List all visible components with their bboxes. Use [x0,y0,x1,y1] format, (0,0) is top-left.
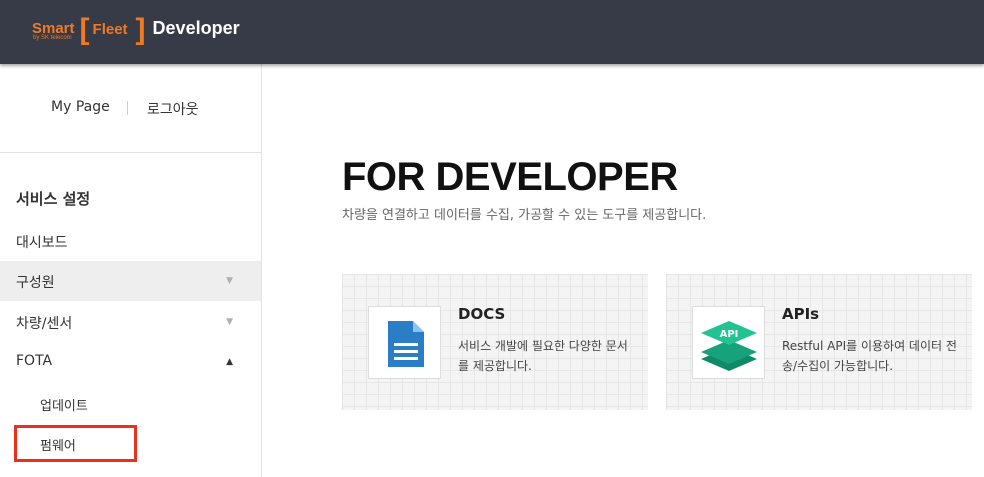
sidebar-item-vehicles-sensors[interactable]: 차량/센서 ▼ [0,302,261,342]
sidebar-item-fota[interactable]: FOTA ▲ [0,342,261,382]
docs-card-title: DOCS [458,305,506,323]
docs-card[interactable]: DOCS 서비스 개발에 필요한 다양한 문서를 제공합니다. [342,274,648,410]
logo-developer-text: Developer [152,17,240,38]
account-divider [127,101,128,115]
logo-smart-text: Smart [32,19,75,37]
logo-bracket-open: [ [79,13,90,46]
section-title-service-settings: 서비스 설정 [16,190,91,208]
document-icon [368,306,441,379]
top-header: Smart by SK telecom [ Fleet ] Developer [0,0,984,64]
sidebar-item-members[interactable]: 구성원 ▼ [0,261,261,301]
firmware-highlight-box [14,425,137,462]
apis-card-description: Restful API를 이용하여 데이터 전송/수집이 가능합니다. [782,339,957,373]
logo-subtext: by SK telecom [33,35,72,41]
my-page-link[interactable]: My Page [51,99,110,115]
sidebar-item-dashboard[interactable]: 대시보드 [0,221,261,261]
chevron-up-icon: ▲ [226,357,233,367]
logo-fleet-text: Fleet [92,20,128,38]
sidebar-subitem-update[interactable]: 업데이트 [40,395,88,414]
svg-text:API: API [720,329,739,340]
logo-bracket-close: ] [135,13,146,46]
apis-card[interactable]: API APIs Restful API를 이용하여 데이터 전송/수집이 가능… [666,274,972,410]
sidebar: My Page 로그아웃 서비스 설정 대시보드 구성원 ▼ 차량/센서 ▼ F… [0,64,262,477]
sidebar-item-label: FOTA [16,353,53,369]
page-subtitle: 차량을 연결하고 데이터를 수집, 가공할 수 있는 도구를 제공합니다. [342,208,707,223]
docs-card-description: 서비스 개발에 필요한 다양한 문서를 제공합니다. [458,339,628,373]
sidebar-item-label: 차량/센서 [16,316,73,332]
page-title: FOR DEVELOPER [342,155,678,199]
api-layers-icon: API [692,306,765,379]
account-links: My Page 로그아웃 [0,64,261,153]
apis-card-title: APIs [782,305,820,323]
chevron-down-icon: ▼ [226,276,233,286]
logout-link[interactable]: 로그아웃 [147,99,199,119]
sidebar-item-label: 구성원 [16,275,55,291]
smart-fleet-logo[interactable]: Smart by SK telecom [ Fleet ] Developer [32,12,240,48]
chevron-down-icon: ▼ [226,317,233,327]
sidebar-item-label: 대시보드 [16,235,68,251]
